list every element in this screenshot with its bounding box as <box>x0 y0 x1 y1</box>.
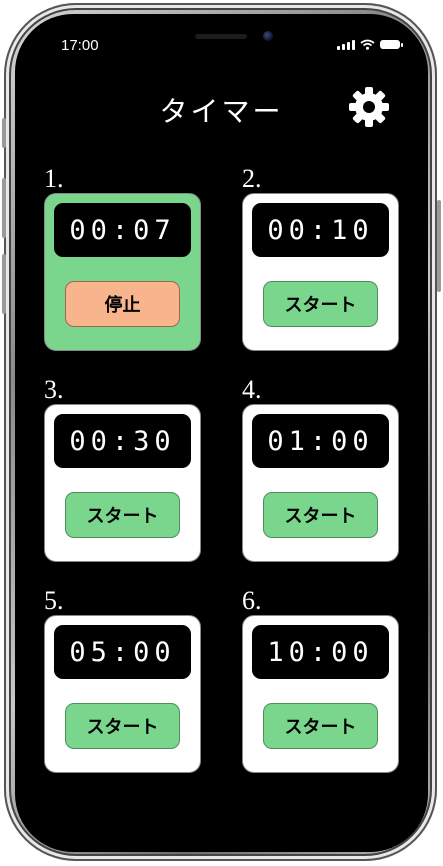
timer-3-start-button[interactable]: スタート <box>65 492 180 538</box>
status-icons <box>337 39 403 50</box>
timer-6-start-button[interactable]: スタート <box>263 703 378 749</box>
timer-4-start-button[interactable]: スタート <box>263 492 378 538</box>
timer-1-stop-button[interactable]: 停止 <box>65 281 180 327</box>
signal-icon <box>337 39 355 50</box>
screen: 17:00 タイマー 1. 00:07 停止 2. 00:10 スタート 3. … <box>15 14 428 852</box>
timer-2-start-button[interactable]: スタート <box>263 281 378 327</box>
mute-switch <box>2 118 6 148</box>
timer-1-display: 00:07 <box>54 203 191 257</box>
timer-2-display: 00:10 <box>252 203 389 257</box>
timer-6-display: 10:00 <box>252 625 389 679</box>
timer-5-label: 5. <box>44 586 64 615</box>
timer-3-card: 00:30 スタート <box>44 404 201 562</box>
timer-1-card: 00:07 停止 <box>44 193 201 351</box>
power-button <box>437 200 441 292</box>
timer-2-label: 2. <box>242 164 262 193</box>
timer-2-card: 00:10 スタート <box>242 193 399 351</box>
status-time: 17:00 <box>61 37 99 54</box>
timer-3-label: 3. <box>44 375 64 404</box>
timer-5-display: 05:00 <box>54 625 191 679</box>
wifi-icon <box>360 39 375 50</box>
volume-up-button <box>2 178 6 238</box>
timer-4-card: 01:00 スタート <box>242 404 399 562</box>
timer-5-start-button[interactable]: スタート <box>65 703 180 749</box>
speaker-grille <box>195 34 247 39</box>
timer-4-label: 4. <box>242 375 262 404</box>
timer-6-card: 10:00 スタート <box>242 615 399 773</box>
timer-6-label: 6. <box>242 586 262 615</box>
timer-4-display: 01:00 <box>252 414 389 468</box>
timer-5-card: 05:00 スタート <box>44 615 201 773</box>
notch <box>110 14 333 46</box>
gear-icon[interactable] <box>347 85 391 129</box>
front-camera <box>263 31 273 41</box>
timer-3-display: 00:30 <box>54 414 191 468</box>
battery-icon <box>380 40 403 49</box>
timer-1-label: 1. <box>44 164 64 193</box>
volume-down-button <box>2 254 6 314</box>
